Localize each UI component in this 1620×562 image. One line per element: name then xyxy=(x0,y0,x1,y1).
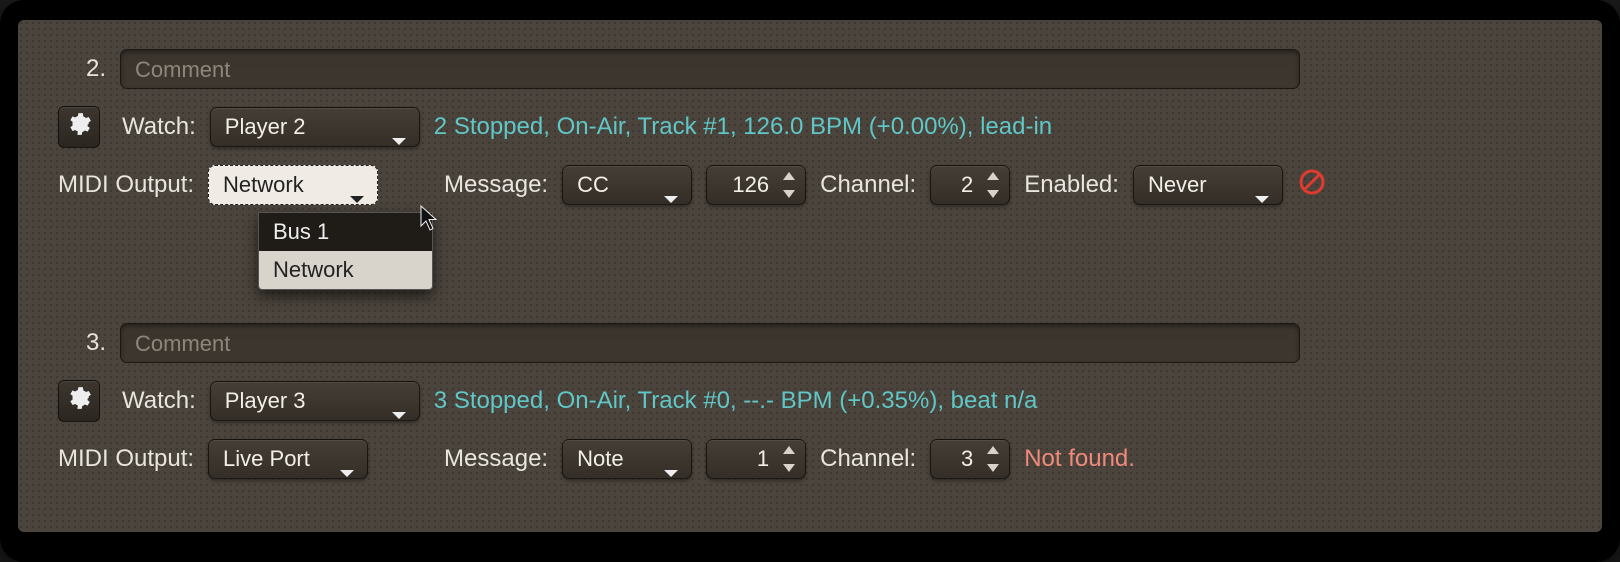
section-index: 2. xyxy=(58,55,106,83)
watch-label: Watch: xyxy=(122,113,196,141)
settings-button[interactable] xyxy=(58,380,100,422)
watch-select[interactable]: Player 3 xyxy=(210,381,420,421)
midi-row: MIDI Output: Network Message: CC 126 Cha… xyxy=(58,162,1562,208)
enabled-select[interactable]: Never xyxy=(1133,165,1283,205)
message-number-value: 126 xyxy=(732,172,769,197)
gear-icon xyxy=(66,385,92,417)
message-type-select[interactable]: CC xyxy=(562,165,692,205)
channel-label: Channel: xyxy=(820,445,916,473)
chevron-down-icon xyxy=(663,453,679,465)
midi-output-label: MIDI Output: xyxy=(58,171,194,199)
section-header-row: 3. Comment xyxy=(58,320,1562,366)
channel-spinbox[interactable]: 3 xyxy=(930,439,1010,479)
channel-value: 2 xyxy=(961,172,973,197)
section-header-row: 2. Comment xyxy=(58,46,1562,92)
channel-label: Channel: xyxy=(820,171,916,199)
channel-value: 3 xyxy=(961,446,973,471)
spinner-arrows-icon xyxy=(985,446,1001,472)
chevron-down-icon xyxy=(349,179,365,191)
watch-status: 3 Stopped, On-Air, Track #0, --.- BPM (+… xyxy=(434,387,1038,415)
watch-select[interactable]: Player 2 xyxy=(210,107,420,147)
comment-input[interactable]: Comment xyxy=(120,323,1300,363)
dropdown-option[interactable]: Bus 1 xyxy=(259,213,432,251)
disabled-icon xyxy=(1297,167,1327,203)
spinner-arrows-icon xyxy=(781,446,797,472)
settings-button[interactable] xyxy=(58,106,100,148)
message-type-value: Note xyxy=(577,446,623,471)
chevron-down-icon xyxy=(1254,179,1270,191)
watch-label: Watch: xyxy=(122,387,196,415)
dropdown-option-selected[interactable]: Network xyxy=(259,251,432,289)
midi-output-label: MIDI Output: xyxy=(58,445,194,473)
chevron-down-icon xyxy=(663,179,679,191)
window-frame: 2. Comment Watch: Player 2 2 Stopped, On… xyxy=(0,0,1620,562)
section-index: 3. xyxy=(58,329,106,357)
message-label: Message: xyxy=(444,171,548,199)
message-type-select[interactable]: Note xyxy=(562,439,692,479)
midi-output-value: Live Port xyxy=(223,446,310,471)
midi-output-dropdown: Bus 1 Network xyxy=(258,212,433,290)
watch-row: Watch: Player 3 3 Stopped, On-Air, Track… xyxy=(58,378,1562,424)
message-number-value: 1 xyxy=(757,446,769,471)
chevron-down-icon xyxy=(339,453,355,465)
message-type-value: CC xyxy=(577,172,609,197)
watch-value: Player 2 xyxy=(225,114,306,139)
channel-spinbox[interactable]: 2 xyxy=(930,165,1010,205)
chevron-down-icon xyxy=(391,121,407,133)
spinner-arrows-icon xyxy=(985,172,1001,198)
watch-row: Watch: Player 2 2 Stopped, On-Air, Track… xyxy=(58,104,1562,150)
chevron-down-icon xyxy=(391,395,407,407)
watch-status: 2 Stopped, On-Air, Track #1, 126.0 BPM (… xyxy=(434,113,1052,141)
watch-value: Player 3 xyxy=(225,388,306,413)
message-number-spinbox[interactable]: 1 xyxy=(706,439,806,479)
message-number-spinbox[interactable]: 126 xyxy=(706,165,806,205)
midi-output-select[interactable]: Network xyxy=(208,165,378,205)
enabled-value: Never xyxy=(1148,172,1207,197)
midi-output-select[interactable]: Live Port xyxy=(208,439,368,479)
gear-icon xyxy=(66,111,92,143)
midi-mapping-panel: 2. Comment Watch: Player 2 2 Stopped, On… xyxy=(18,20,1602,532)
message-label: Message: xyxy=(444,445,548,473)
enabled-label: Enabled: xyxy=(1024,171,1119,199)
error-text: Not found. xyxy=(1024,445,1135,473)
spinner-arrows-icon xyxy=(781,172,797,198)
comment-input[interactable]: Comment xyxy=(120,49,1300,89)
midi-output-value: Network xyxy=(223,172,304,197)
midi-row: MIDI Output: Live Port Message: Note 1 C… xyxy=(58,436,1562,482)
mouse-cursor-icon xyxy=(418,205,442,233)
